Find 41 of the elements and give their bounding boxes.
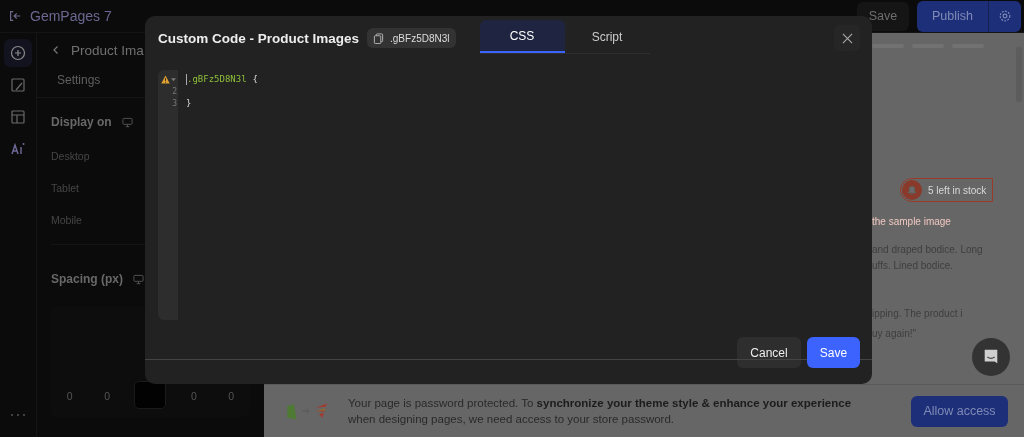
layout-icon[interactable] — [10, 109, 26, 125]
ai-icon[interactable] — [10, 141, 26, 157]
back-icon[interactable] — [51, 45, 61, 55]
spacing-value[interactable]: 0 — [183, 383, 204, 409]
spacing-value[interactable]: 0 — [97, 383, 118, 409]
device-label: Desktop — [51, 149, 91, 164]
line-number: 3 — [172, 98, 177, 108]
chat-button[interactable] — [972, 338, 1010, 376]
line-number: 2 — [172, 86, 177, 96]
preview-text: the sample image — [872, 215, 952, 229]
desktop-icon — [133, 273, 144, 285]
allow-access-button[interactable]: Allow access — [911, 395, 1008, 427]
section-heading: Spacing (px) — [51, 272, 123, 286]
save-button[interactable]: Save — [807, 337, 860, 368]
close-button[interactable] — [834, 25, 860, 51]
spacing-value[interactable]: 0 — [221, 383, 242, 409]
fold-icon[interactable] — [171, 76, 176, 82]
desktop-icon — [121, 116, 133, 128]
gear-icon — [998, 9, 1012, 23]
exit-icon[interactable] — [8, 9, 22, 23]
dialog-title: Custom Code - Product Images — [158, 30, 360, 46]
cancel-button[interactable]: Cancel — [737, 337, 801, 368]
code-tab[interactable]: CSS — [479, 20, 565, 53]
code-token: .gBFz5D8N3l — [187, 73, 247, 85]
panel-title: Product Ima — [71, 42, 144, 58]
copy-icon — [373, 32, 385, 44]
code-token: } — [186, 97, 192, 109]
bell-icon — [902, 180, 922, 200]
code-tab[interactable]: Script — [564, 20, 650, 53]
panel-tab[interactable]: Settings — [51, 72, 107, 88]
code-token: { — [252, 73, 259, 85]
close-icon — [841, 32, 853, 44]
spacing-value[interactable]: 0 — [59, 383, 80, 409]
stock-badge: 5 left in stock — [900, 178, 994, 202]
device-label: Mobile — [51, 213, 83, 228]
section-heading: Display on — [51, 115, 112, 129]
warning-icon[interactable] — [161, 74, 170, 84]
app-name: GemPages 7 — [30, 8, 112, 24]
add-icon[interactable] — [4, 39, 32, 67]
chat-icon — [982, 348, 1000, 366]
copy-class-button[interactable]: .gBFz5D8N3l — [367, 28, 456, 48]
